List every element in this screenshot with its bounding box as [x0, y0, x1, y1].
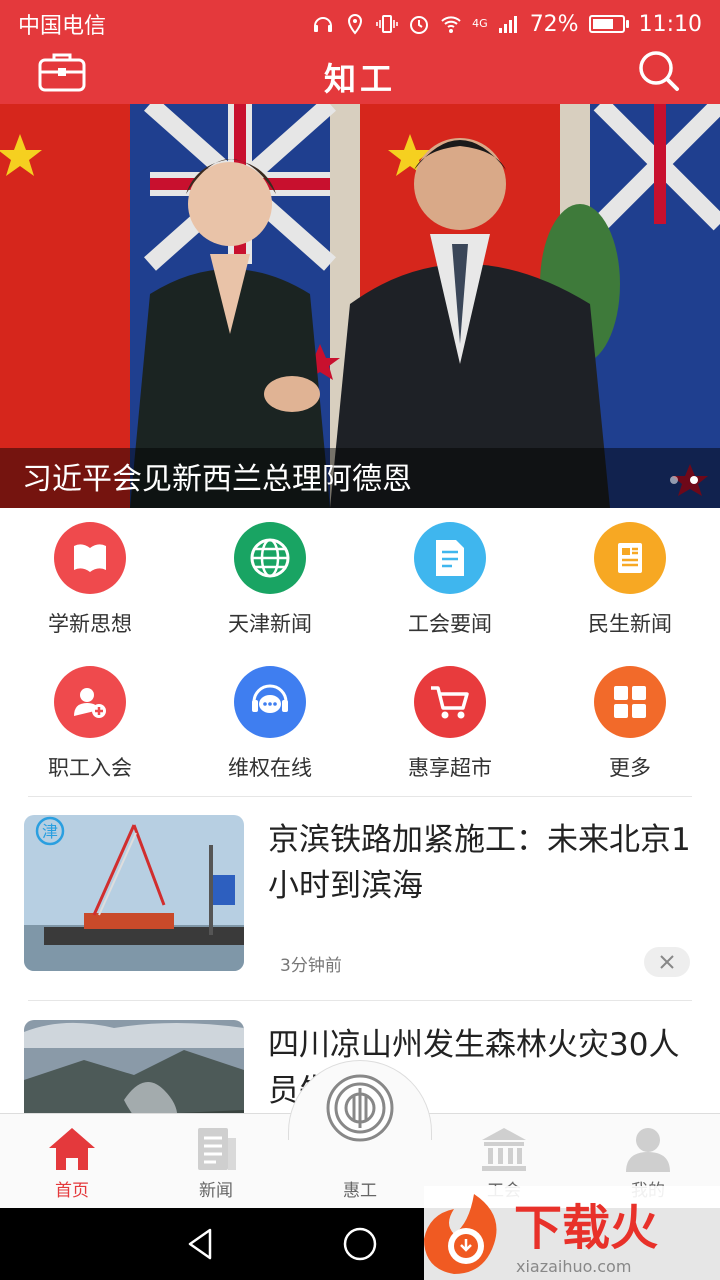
quick-link-label: 惠享超市 [408, 756, 492, 780]
divider [28, 1000, 692, 1001]
status-icons: 4G 72% 11:10 [312, 12, 702, 37]
wifi-icon [441, 16, 461, 33]
app-logo-title: 知工 [323, 60, 396, 98]
nav-label: 新闻 [199, 1181, 233, 1201]
building-icon [482, 1128, 526, 1171]
status-bar: 中国电信 4G 72% 11:10 [0, 0, 720, 48]
shopping-cart-icon [414, 666, 486, 738]
banner-carousel[interactable]: 习近平会见新西兰总理阿德恩 [0, 104, 720, 508]
add-member-icon [54, 666, 126, 738]
user-icon [626, 1128, 670, 1172]
quick-link-supermarket[interactable]: 惠享超市 [360, 652, 540, 796]
home-icon [49, 1128, 95, 1170]
network-type: 4G [472, 17, 488, 30]
nav-news[interactable]: 新闻 [144, 1114, 288, 1209]
quick-link-rights-online[interactable]: 维权在线 [180, 652, 360, 796]
news-time: 3分钟前 [280, 956, 342, 976]
book-icon [54, 522, 126, 594]
quick-link-label: 民生新闻 [588, 612, 672, 636]
location-icon [348, 13, 363, 35]
home-circle-icon[interactable] [342, 1226, 378, 1262]
quick-link-tianjin-news[interactable]: 天津新闻 [180, 508, 360, 652]
vibrate-icon [376, 15, 398, 33]
grid-more-icon [594, 666, 666, 738]
nav-label: 惠工 [343, 1181, 377, 1201]
back-icon[interactable] [182, 1226, 218, 1262]
news-title[interactable]: 京滨铁路加紧施工：未来北京1小时到滨海 [268, 817, 696, 909]
quick-link-label: 职工入会 [48, 756, 132, 780]
quick-link-more[interactable]: 更多 [540, 652, 720, 796]
quick-link-label: 更多 [609, 756, 651, 780]
news-icon [198, 1128, 236, 1170]
signal-icon [498, 16, 517, 33]
headset-status-icon [314, 17, 333, 32]
search-icon[interactable] [632, 48, 684, 96]
union-logo-icon[interactable] [326, 1074, 394, 1142]
quick-link-label: 学新思想 [48, 612, 132, 636]
battery-icon [588, 15, 629, 33]
quick-link-livelihood-news[interactable]: 民生新闻 [540, 508, 720, 652]
news-source-badge: 津 [42, 822, 58, 841]
quick-links-grid: 学新思想 天津新闻 工会要闻 民生新闻 职工入会 维权在线 惠享超市 更多 [0, 508, 720, 796]
quick-link-label: 工会要闻 [408, 612, 492, 636]
watermark-url: xiazaihuo.com [516, 1257, 631, 1276]
nav-label: 首页 [55, 1181, 89, 1201]
newspaper-icon [594, 522, 666, 594]
nav-home[interactable]: 首页 [0, 1114, 144, 1209]
banner-dot-2[interactable] [690, 476, 698, 484]
banner-dot-1[interactable] [670, 476, 678, 484]
top-bar: 中国电信 4G 72% 11:10 知工 [0, 0, 720, 104]
quick-link-study[interactable]: 学新思想 [0, 508, 180, 652]
app-bar: 知工 [0, 48, 720, 104]
headset-chat-icon [234, 666, 306, 738]
quick-link-label: 天津新闻 [228, 612, 312, 636]
globe-icon [234, 522, 306, 594]
alarm-icon [410, 16, 429, 34]
watermark-logo: 下载火 xiazaihuo.com [424, 1186, 720, 1280]
carrier-name: 中国电信 [18, 14, 107, 39]
dismiss-news-button[interactable] [644, 947, 690, 977]
banner-page-indicator [670, 476, 698, 484]
news-thumbnail: 津 [24, 815, 244, 971]
banner-caption[interactable]: 习近平会见新西兰总理阿德恩 [22, 454, 412, 498]
news-item[interactable]: 津 京滨铁路加紧施工：未来北京1小时到滨海 3分钟前 [0, 797, 720, 987]
document-icon [414, 522, 486, 594]
quick-link-union-news[interactable]: 工会要闻 [360, 508, 540, 652]
close-icon [660, 955, 674, 969]
clock: 11:10 [638, 11, 702, 37]
battery-percent: 72% [529, 11, 579, 37]
watermark-text: 下载火 [514, 1200, 658, 1256]
quick-link-label: 维权在线 [228, 756, 312, 780]
quick-link-join-union[interactable]: 职工入会 [0, 652, 180, 796]
